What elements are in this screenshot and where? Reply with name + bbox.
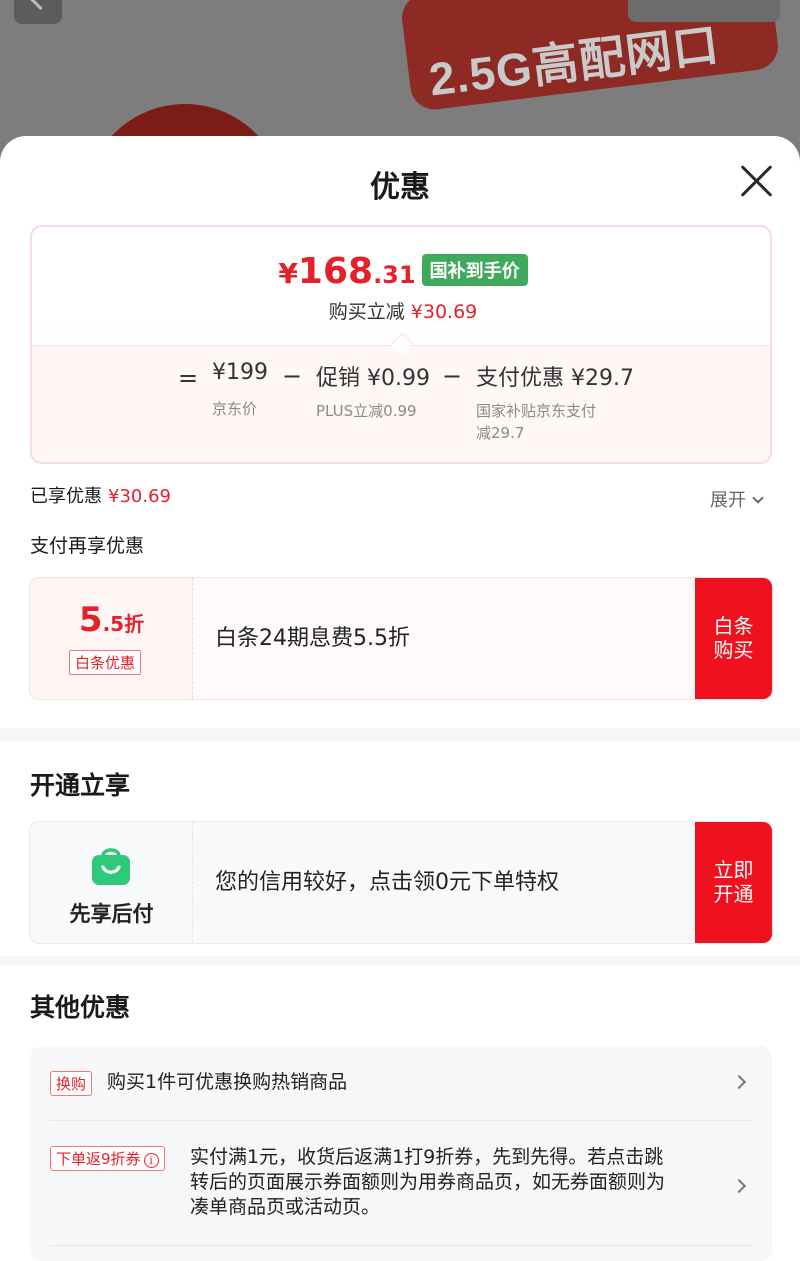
expand-button[interactable]: 展开 — [710, 486, 764, 512]
pay-discount-label: 国家补贴京东支付 — [476, 402, 597, 420]
jd-price-label: 京东价 — [212, 400, 258, 418]
other-offers-list: 换购 购买1件可优惠换购热销商品 下单返9折券 i 实付满1元，收货后返满1打9折… — [30, 1046, 772, 1261]
baitiao-buy-button[interactable]: 白条 购买 — [695, 578, 772, 699]
section-separator — [0, 728, 800, 742]
offer-left-panel: 先享后付 — [30, 822, 193, 943]
list-item-coupon[interactable]: 下单返9折券 i 实付满1元，收货后返满1打9折券，先到先得。若点击跳 转后的页面… — [30, 1121, 772, 1245]
sheet-title: 优惠 — [370, 170, 430, 205]
offer-left-panel: 5.5折 白条优惠 — [30, 578, 193, 699]
exchange-tag: 换购 — [50, 1071, 93, 1096]
info-icon[interactable]: i — [143, 1153, 159, 1168]
promo-label: PLUS立减0.99 — [316, 402, 417, 420]
open-enjoy-title: 开通立享 — [30, 771, 131, 800]
final-price-line: ¥168.31 国补到手价 — [32, 251, 770, 292]
row-divider — [50, 1245, 752, 1246]
chevron-right-icon — [731, 1178, 747, 1194]
pay-discount-value: 支付优惠 ¥29.7 — [476, 366, 634, 391]
baitiao-tag: 白条优惠 — [69, 650, 142, 675]
close-icon[interactable] — [738, 162, 776, 200]
baitiao-offer-card[interactable]: 5.5折 白条优惠 白条24期息费5.5折 白条 购买 — [29, 577, 773, 700]
discount-rate: 5.5折 — [78, 600, 145, 640]
pay-more-title: 支付再享优惠 — [30, 535, 145, 557]
final-price: ¥168.31 — [278, 251, 416, 292]
coupon-tag: 下单返9折券 i — [50, 1146, 165, 1171]
offer-description: 白条24期息费5.5折 — [215, 626, 410, 651]
other-offers-title: 其他优惠 — [30, 993, 131, 1022]
chevron-right-icon — [731, 1074, 747, 1090]
equals-sign: = — [178, 364, 199, 392]
minus-sign: − — [282, 362, 303, 390]
price-breakdown-card: ¥168.31 国补到手价 购买立减 ¥30.69 = ¥199 京东价 − 促销… — [30, 225, 772, 464]
promo-value: 促销 ¥0.99 — [316, 366, 430, 391]
pay-later-label: 先享后付 — [69, 902, 154, 926]
exchange-text: 购买1件可优惠换购热销商品 — [107, 1071, 348, 1093]
chevron-down-icon — [752, 492, 764, 504]
discount-sheet: 优惠 ¥168.31 国补到手价 购买立减 ¥30.69 = ¥199 京东价 −… — [0, 136, 800, 1261]
offer-description: 您的信用较好，点击领0元下单特权 — [215, 870, 559, 895]
pay-later-offer-card[interactable]: 先享后付 您的信用较好，点击领0元下单特权 立即 开通 — [29, 821, 773, 944]
subsidy-price-badge: 国补到手价 — [421, 253, 528, 286]
jd-price-value: ¥199 — [212, 360, 268, 385]
section-separator — [0, 956, 800, 966]
breakdown-area: = ¥199 京东价 − 促销 ¥0.99 PLUS立减0.99 − 支付优惠 … — [32, 345, 770, 462]
pay-discount-label-2: 减29.7 — [476, 424, 525, 442]
coupon-text: 实付满1元，收货后返满1打9折券，先到先得。若点击跳 转后的页面展示券面额则为用… — [190, 1146, 666, 1218]
back-button[interactable] — [14, 0, 62, 24]
shopping-bag-icon — [92, 848, 130, 885]
list-item-exchange[interactable]: 换购 购买1件可优惠换购热销商品 — [30, 1046, 772, 1120]
enjoyed-discount: 已享优惠 ¥30.69 — [30, 486, 171, 507]
open-now-button[interactable]: 立即 开通 — [695, 822, 772, 943]
minus-sign: − — [442, 362, 463, 390]
top-right-actions[interactable] — [628, 0, 780, 22]
instant-reduction: 购买立减 ¥30.69 — [328, 301, 478, 323]
